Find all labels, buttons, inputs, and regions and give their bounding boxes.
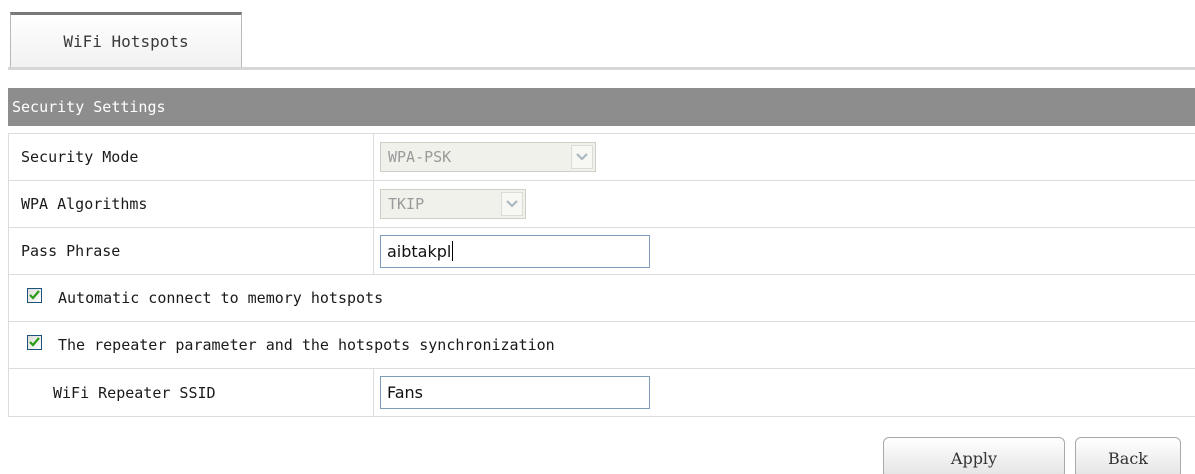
auto-connect-row: Automatic connect to memory hotspots [8,275,1195,322]
pass-phrase-value: aibtakpl [387,241,452,261]
wpa-algorithms-select[interactable]: TKIP [380,189,526,219]
wpa-algorithms-label: WPA Algorithms [9,181,374,227]
pass-phrase-input[interactable]: aibtakpl [380,234,650,268]
repeater-sync-row: The repeater parameter and the hotspots … [8,322,1195,369]
security-form: Security Mode WPA-PSK WPA Algorithms TKI… [8,133,1195,417]
wpa-algorithms-row: WPA Algorithms TKIP [8,181,1195,228]
repeater-ssid-row: WiFi Repeater SSID Fans [8,369,1195,417]
repeater-sync-label: The repeater parameter and the hotspots … [58,336,555,354]
security-mode-row: Security Mode WPA-PSK [8,134,1195,181]
repeater-ssid-input[interactable]: Fans [380,376,650,409]
back-button[interactable]: Back [1075,437,1181,474]
section-title: Security Settings [12,98,166,116]
chevron-down-icon [571,145,593,169]
checkmark-icon [29,290,40,300]
security-mode-value: WPA-PSK [388,148,452,166]
checkmark-icon [29,337,40,347]
pass-phrase-label: Pass Phrase [9,228,374,274]
security-mode-label: Security Mode [9,134,374,180]
pass-phrase-row: Pass Phrase aibtakpl [8,228,1195,275]
auto-connect-label: Automatic connect to memory hotspots [58,289,384,307]
wifi-settings-page: WiFi Hotspots Security Settings Security… [0,0,1195,474]
tab-bar: WiFi Hotspots [8,8,1195,70]
text-caret [452,241,454,261]
tab-label: WiFi Hotspots [63,31,189,51]
tab-wifi-hotspots[interactable]: WiFi Hotspots [10,12,242,67]
chevron-down-icon [501,192,523,216]
auto-connect-checkbox[interactable] [27,287,42,303]
repeater-sync-checkbox[interactable] [27,334,42,350]
apply-button[interactable]: Apply [883,437,1065,474]
apply-label: Apply [950,448,998,468]
back-label: Back [1108,448,1148,468]
security-mode-select[interactable]: WPA-PSK [380,142,596,172]
repeater-ssid-value: Fans [387,383,424,402]
section-header: Security Settings [8,88,1195,126]
wpa-algorithms-value: TKIP [388,195,425,213]
repeater-ssid-label: WiFi Repeater SSID [9,369,374,416]
